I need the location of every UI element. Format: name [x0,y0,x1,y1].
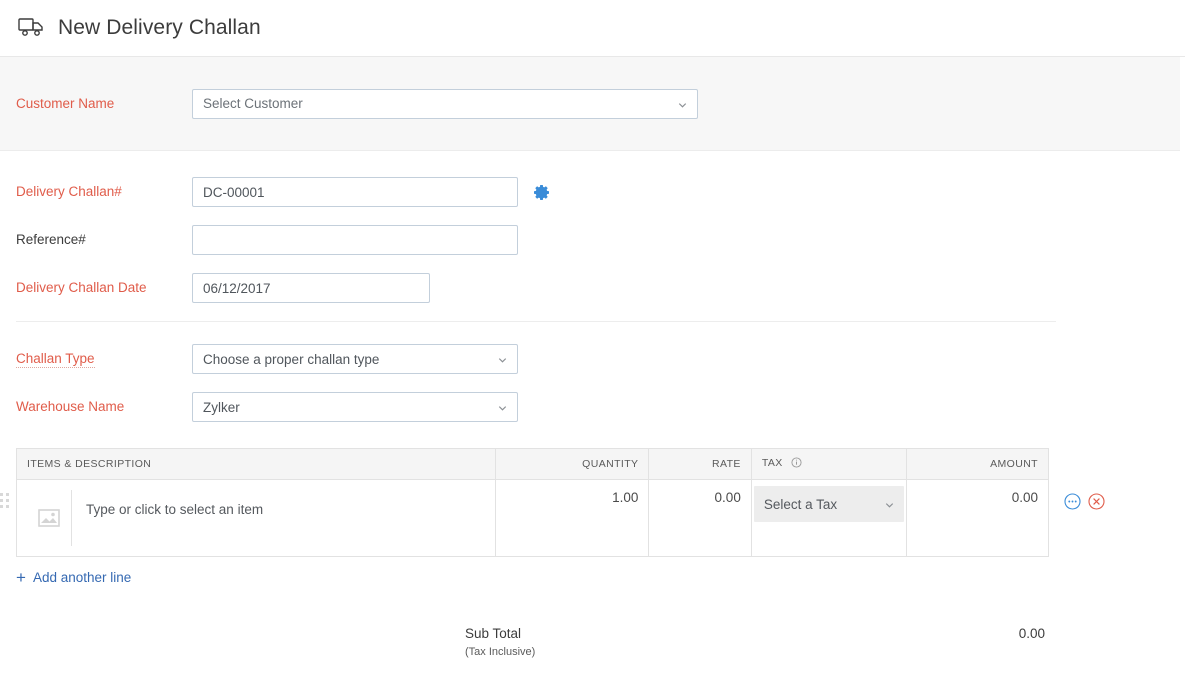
drag-handle[interactable] [0,493,10,515]
column-header-tax: TAX [751,449,907,480]
warehouse-label-cell: Warehouse Name [16,398,192,416]
challan-date-label: Delivery Challan Date [16,280,147,295]
items-table-wrapper: ITEMS & DESCRIPTION QUANTITY RATE TAX [16,448,1049,557]
row-actions [1064,493,1105,510]
gear-icon[interactable] [534,184,551,201]
item-description-cell[interactable]: Type or click to select an item [17,480,496,557]
column-header-tax-label: TAX [762,457,783,469]
sub-total-label: Sub Total [465,626,535,641]
add-another-line-label: Add another line [33,570,131,585]
challan-date-label-cell: Delivery Challan Date [16,279,192,297]
plus-icon: + [16,569,26,586]
rate-cell[interactable]: 0.00 [649,480,751,557]
tax-select-value: Select a Tax [764,497,837,512]
sub-total-value: 0.00 [1019,626,1045,658]
column-header-amount: AMOUNT [907,449,1049,480]
warehouse-value: Zylker [203,400,240,415]
column-header-items: ITEMS & DESCRIPTION [17,449,496,480]
sub-total-note: (Tax Inclusive) [465,646,535,658]
item-placeholder-text: Type or click to select an item [72,490,263,517]
delivery-challan-page: New Delivery Challan Customer Name Selec… [0,0,1185,588]
challan-number-row: Delivery Challan# DC-00001 [16,177,1185,207]
challan-date-value: 06/12/2017 [203,281,271,296]
totals-section: Sub Total (Tax Inclusive) 0.00 [465,626,1045,658]
items-table: ITEMS & DESCRIPTION QUANTITY RATE TAX [16,448,1049,557]
quantity-cell[interactable]: 1.00 [495,480,649,557]
section-divider [16,321,1056,322]
challan-type-row: Challan Type Choose a proper challan typ… [16,344,1185,374]
customer-section: Customer Name Select Customer [0,57,1180,151]
amount-cell: 0.00 [907,480,1049,557]
warehouse-label: Warehouse Name [16,399,124,414]
chevron-down-icon [497,402,508,413]
challan-number-label-cell: Delivery Challan# [16,183,192,201]
reference-input[interactable] [192,225,518,255]
challan-number-value: DC-00001 [203,185,265,200]
challan-number-input[interactable]: DC-00001 [192,177,518,207]
chevron-down-icon [497,354,508,365]
tax-cell: Select a Tax [751,480,907,557]
challan-type-value: Choose a proper challan type [203,352,379,367]
tax-select[interactable]: Select a Tax [754,486,905,522]
reference-row: Reference# [16,225,1185,255]
sub-total-label-group: Sub Total (Tax Inclusive) [465,626,535,658]
delivery-truck-icon [18,16,46,40]
chevron-down-icon [677,98,688,109]
more-options-icon[interactable] [1064,493,1081,510]
remove-row-icon[interactable] [1088,493,1105,510]
reference-label: Reference# [16,232,86,247]
column-header-quantity: QUANTITY [495,449,649,480]
chevron-down-icon [884,499,895,510]
challan-date-input[interactable]: 06/12/2017 [192,273,430,303]
page-header: New Delivery Challan [0,0,1185,57]
items-table-header-row: ITEMS & DESCRIPTION QUANTITY RATE TAX [17,449,1049,480]
page-title: New Delivery Challan [58,16,261,40]
customer-select-value: Select Customer [203,96,303,111]
challan-date-row: Delivery Challan Date 06/12/2017 [16,273,1185,303]
challan-type-select[interactable]: Choose a proper challan type [192,344,518,374]
challan-number-label: Delivery Challan# [16,184,122,199]
customer-name-label: Customer Name [16,96,114,111]
add-another-line-button[interactable]: + Add another line [16,569,131,586]
challan-type-label-cell: Challan Type [16,350,192,368]
table-row: Type or click to select an item 1.00 0.0… [17,480,1049,557]
info-icon[interactable] [791,457,802,471]
column-header-rate: RATE [649,449,751,480]
customer-name-label-cell: Customer Name [16,95,192,113]
image-placeholder-icon[interactable] [27,490,72,546]
details-section: Delivery Challan# DC-00001 Reference# [0,151,1185,422]
warehouse-select[interactable]: Zylker [192,392,518,422]
customer-select[interactable]: Select Customer [192,89,698,119]
warehouse-row: Warehouse Name Zylker [16,392,1185,422]
challan-type-label: Challan Type [16,351,95,368]
reference-label-cell: Reference# [16,231,192,249]
